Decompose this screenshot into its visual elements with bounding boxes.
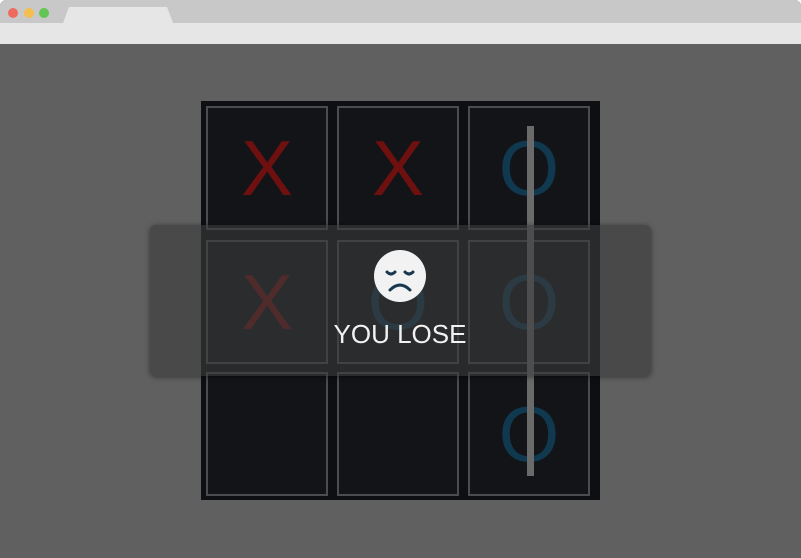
maximize-window-icon[interactable] bbox=[39, 8, 49, 18]
minimize-window-icon[interactable] bbox=[24, 8, 34, 18]
cell-1[interactable]: X bbox=[337, 106, 459, 230]
close-window-icon[interactable] bbox=[8, 8, 18, 18]
cell-7[interactable] bbox=[337, 372, 459, 496]
cell-6[interactable] bbox=[206, 372, 328, 496]
title-bar bbox=[0, 0, 801, 23]
toolbar bbox=[0, 23, 801, 44]
browser-window: X X O X O O O YOU LOSE bbox=[0, 0, 801, 558]
sad-face-icon bbox=[374, 250, 426, 302]
cell-0[interactable]: X bbox=[206, 106, 328, 230]
result-message: YOU LOSE bbox=[333, 319, 467, 349]
browser-tab[interactable] bbox=[63, 7, 173, 23]
